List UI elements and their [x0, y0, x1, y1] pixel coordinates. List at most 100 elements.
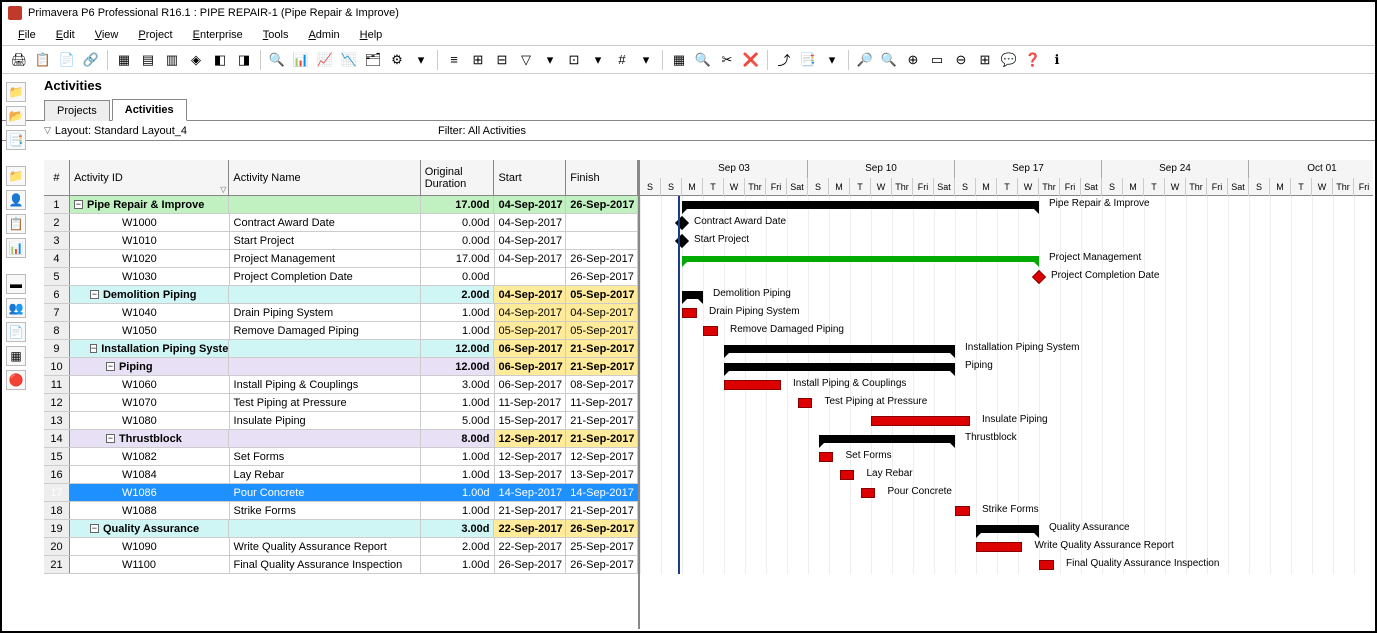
toolbar-btn-0[interactable]: 🖨 — [8, 49, 30, 71]
toolbar-btn-17[interactable]: ⚙ — [386, 49, 408, 71]
toolbar-btn-9[interactable]: ◧ — [209, 49, 231, 71]
layout-name[interactable]: Layout: Standard Layout_4 — [55, 125, 187, 137]
toolbar-btn-23[interactable]: ▽ — [515, 49, 537, 71]
col-finish[interactable]: Finish — [566, 160, 638, 195]
col-activity-name[interactable]: Activity Name — [229, 160, 420, 195]
task-bar[interactable] — [840, 470, 855, 480]
summary-bar[interactable] — [682, 291, 703, 299]
menu-view[interactable]: View — [87, 27, 127, 43]
menu-edit[interactable]: Edit — [48, 27, 83, 43]
dock-btn-1[interactable]: 📂 — [6, 106, 26, 126]
col-activity-id[interactable]: Activity ID▽ — [70, 160, 229, 195]
toolbar-btn-3[interactable]: 🔗 — [80, 49, 102, 71]
toolbar-btn-43[interactable]: ⊖ — [950, 49, 972, 71]
expand-icon[interactable]: − — [90, 290, 99, 299]
table-row[interactable]: 18W1088Strike Forms1.00d21-Sep-201721-Se… — [44, 502, 638, 520]
gantt-row[interactable]: Installation Piping System — [640, 340, 1373, 358]
task-bar[interactable] — [798, 398, 813, 408]
toolbar-btn-16[interactable]: 🗂 — [362, 49, 384, 71]
table-row[interactable]: 13W1080Insulate Piping5.00d15-Sep-201721… — [44, 412, 638, 430]
expand-icon[interactable]: − — [90, 344, 97, 353]
toolbar-btn-1[interactable]: 📋 — [32, 49, 54, 71]
toolbar-btn-33[interactable]: ❌ — [740, 49, 762, 71]
menu-admin[interactable]: Admin — [300, 27, 347, 43]
gantt-row[interactable]: Write Quality Assurance Report — [640, 538, 1373, 556]
table-row[interactable]: 4W1020Project Management17.00d04-Sep-201… — [44, 250, 638, 268]
toolbar-btn-32[interactable]: ✂ — [716, 49, 738, 71]
col-start[interactable]: Start — [494, 160, 566, 195]
toolbar-btn-44[interactable]: ⊞ — [974, 49, 996, 71]
toolbar-btn-21[interactable]: ⊞ — [467, 49, 489, 71]
toolbar-btn-5[interactable]: ▦ — [113, 49, 135, 71]
toolbar-btn-26[interactable]: ▾ — [587, 49, 609, 71]
layout-chevron-icon[interactable]: ▽ — [44, 125, 51, 136]
gantt-row[interactable]: Start Project — [640, 232, 1373, 250]
summary-bar[interactable] — [976, 525, 1039, 533]
tab-projects[interactable]: Projects — [44, 100, 110, 121]
gantt-row[interactable]: Pipe Repair & Improve — [640, 196, 1373, 214]
gantt-row[interactable]: Contract Award Date — [640, 214, 1373, 232]
summary-bar[interactable] — [724, 345, 955, 353]
menu-help[interactable]: Help — [352, 27, 391, 43]
table-row[interactable]: 2W1000Contract Award Date0.00d04-Sep-201… — [44, 214, 638, 232]
table-row[interactable]: 6−Demolition Piping2.00d04-Sep-201705-Se… — [44, 286, 638, 304]
toolbar-btn-27[interactable]: # — [611, 49, 633, 71]
menu-file[interactable]: File — [10, 27, 44, 43]
toolbar-btn-28[interactable]: ▾ — [635, 49, 657, 71]
toolbar-btn-10[interactable]: ◨ — [233, 49, 255, 71]
toolbar-btn-22[interactable]: ⊟ — [491, 49, 513, 71]
toolbar-btn-18[interactable]: ▾ — [410, 49, 432, 71]
gantt-row[interactable]: Quality Assurance — [640, 520, 1373, 538]
table-row[interactable]: 10−Piping12.00d06-Sep-201721-Sep-2017 — [44, 358, 638, 376]
task-bar[interactable] — [976, 542, 1022, 552]
summary-bar[interactable] — [819, 435, 956, 443]
table-row[interactable]: 17W1086Pour Concrete1.00d14-Sep-201714-S… — [44, 484, 638, 502]
gantt-row[interactable]: Demolition Piping — [640, 286, 1373, 304]
task-bar[interactable] — [682, 308, 697, 318]
expand-icon[interactable]: − — [90, 524, 99, 533]
filter-label[interactable]: Filter: All Activities — [438, 125, 1365, 137]
menu-project[interactable]: Project — [130, 27, 180, 43]
task-bar[interactable] — [703, 326, 718, 336]
expand-icon[interactable]: − — [106, 362, 115, 371]
expand-icon[interactable]: − — [106, 434, 115, 443]
gantt-row[interactable]: Install Piping & Couplings — [640, 376, 1373, 394]
toolbar-btn-31[interactable]: 🔍 — [692, 49, 714, 71]
toolbar-btn-13[interactable]: 📊 — [290, 49, 312, 71]
toolbar-btn-2[interactable]: 📄 — [56, 49, 78, 71]
table-row[interactable]: 12W1070Test Piping at Pressure1.00d11-Se… — [44, 394, 638, 412]
toolbar-btn-7[interactable]: ▥ — [161, 49, 183, 71]
gantt-row[interactable]: Remove Damaged Piping — [640, 322, 1373, 340]
toolbar-btn-8[interactable]: ◈ — [185, 49, 207, 71]
task-bar[interactable] — [1039, 560, 1054, 570]
table-row[interactable]: 8W1050Remove Damaged Piping1.00d05-Sep-2… — [44, 322, 638, 340]
gantt-row[interactable]: Strike Forms — [640, 502, 1373, 520]
gantt-row[interactable]: Set Forms — [640, 448, 1373, 466]
menu-enterprise[interactable]: Enterprise — [185, 27, 251, 43]
gantt-row[interactable]: Test Piping at Pressure — [640, 394, 1373, 412]
task-bar[interactable] — [861, 488, 876, 498]
gantt-row[interactable]: Drain Piping System — [640, 304, 1373, 322]
summary-bar[interactable] — [682, 201, 1039, 209]
toolbar-btn-25[interactable]: ⊡ — [563, 49, 585, 71]
milestone-icon[interactable] — [1032, 270, 1046, 284]
table-row[interactable]: 19−Quality Assurance3.00d22-Sep-201726-S… — [44, 520, 638, 538]
table-row[interactable]: 11W1060Install Piping & Couplings3.00d06… — [44, 376, 638, 394]
task-bar[interactable] — [724, 380, 781, 390]
toolbar-btn-20[interactable]: ≡ — [443, 49, 465, 71]
toolbar-btn-30[interactable]: ▦ — [668, 49, 690, 71]
gantt-row[interactable]: Piping — [640, 358, 1373, 376]
gantt-row[interactable]: Project Management — [640, 250, 1373, 268]
toolbar-btn-40[interactable]: 🔍 — [878, 49, 900, 71]
menu-tools[interactable]: Tools — [255, 27, 297, 43]
expand-icon[interactable]: − — [74, 200, 83, 209]
tab-activities[interactable]: Activities — [112, 99, 187, 121]
toolbar-btn-37[interactable]: ▾ — [821, 49, 843, 71]
toolbar-btn-47[interactable]: ℹ — [1046, 49, 1068, 71]
toolbar-btn-46[interactable]: ❓ — [1022, 49, 1044, 71]
table-row[interactable]: 1−Pipe Repair & Improve17.00d04-Sep-2017… — [44, 196, 638, 214]
toolbar-btn-35[interactable]: ⤴ — [773, 49, 795, 71]
col-duration[interactable]: Original Duration — [421, 160, 495, 195]
gantt-row[interactable]: Final Quality Assurance Inspection — [640, 556, 1373, 574]
table-row[interactable]: 9−Installation Piping System12.00d06-Sep… — [44, 340, 638, 358]
